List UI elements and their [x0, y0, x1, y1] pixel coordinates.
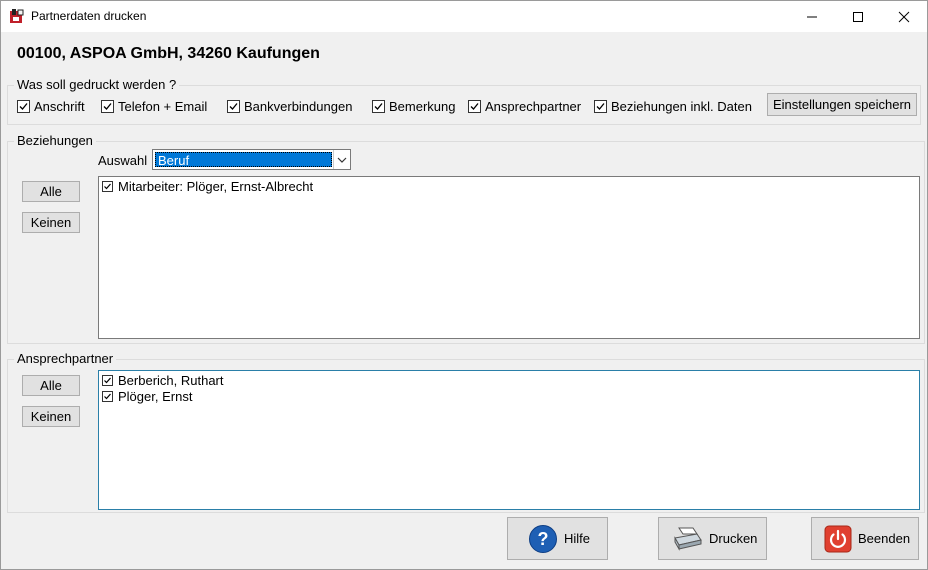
beziehungen-label: Beziehungen	[14, 134, 96, 148]
ansprechpartner-all-button[interactable]: Alle	[22, 375, 80, 396]
beziehungen-list[interactable]: Mitarbeiter: Plöger, Ernst-Albrecht	[98, 176, 920, 339]
checkbox-checked-icon	[468, 100, 481, 113]
minimize-button[interactable]	[789, 1, 835, 32]
list-item-label: Plöger, Ernst	[118, 389, 193, 404]
beziehungen-none-button[interactable]: Keinen	[22, 212, 80, 233]
checkbox-ansprechpartner[interactable]: Ansprechpartner	[468, 99, 581, 114]
auswahl-select[interactable]: Beruf	[152, 149, 351, 170]
checkbox-label: Bemerkung	[389, 99, 456, 114]
auswahl-selected-value: Beruf	[155, 152, 332, 168]
print-label: Drucken	[709, 531, 758, 546]
checkbox-label: Telefon + Email	[118, 99, 208, 114]
maximize-icon	[853, 11, 863, 22]
checkbox-checked-icon	[17, 100, 30, 113]
checkbox-checked-icon	[102, 375, 113, 386]
list-item[interactable]: Berberich, Ruthart	[102, 373, 224, 388]
print-options-label: Was soll gedruckt werden ?	[14, 78, 180, 92]
checkbox-checked-icon	[101, 100, 114, 113]
printer-icon	[673, 526, 703, 552]
checkbox-label: Ansprechpartner	[485, 99, 582, 114]
save-settings-button[interactable]: Einstellungen speichern	[767, 93, 917, 116]
list-item-label: Berberich, Ruthart	[118, 373, 224, 388]
help-label: Hilfe	[564, 531, 591, 546]
print-button[interactable]: Drucken	[658, 517, 767, 560]
maximize-button[interactable]	[835, 1, 881, 32]
dialog-window: Partnerdaten drucken 00100, ASPOA GmbH, …	[0, 0, 928, 570]
partner-title: 00100, ASPOA GmbH, 34260 Kaufungen	[17, 45, 320, 62]
checkbox-bemerkung[interactable]: Bemerkung	[372, 99, 455, 114]
window-title: Partnerdaten drucken	[31, 9, 147, 23]
checkbox-anschrift[interactable]: Anschrift	[17, 99, 85, 114]
power-icon	[824, 525, 852, 553]
checkbox-label: Anschrift	[34, 99, 85, 114]
help-icon: ?	[528, 524, 558, 554]
checkbox-checked-icon	[594, 100, 607, 113]
checkbox-label: Bankverbindungen	[244, 99, 353, 114]
app-icon	[9, 8, 25, 24]
minimize-icon	[807, 16, 817, 17]
checkbox-beziehungen-daten[interactable]: Beziehungen inkl. Daten	[594, 99, 752, 114]
list-item[interactable]: Mitarbeiter: Plöger, Ernst-Albrecht	[102, 179, 313, 194]
exit-button[interactable]: Beenden	[811, 517, 919, 560]
ansprechpartner-label: Ansprechpartner	[14, 352, 117, 366]
help-button[interactable]: ? Hilfe	[507, 517, 608, 560]
ansprechpartner-none-button[interactable]: Keinen	[22, 406, 80, 427]
auswahl-label: Auswahl	[98, 153, 148, 168]
list-item-label: Mitarbeiter: Plöger, Ernst-Albrecht	[118, 179, 314, 194]
exit-label: Beenden	[858, 531, 911, 546]
svg-text:?: ?	[538, 529, 549, 549]
checkbox-telefon-email[interactable]: Telefon + Email	[101, 99, 207, 114]
chevron-down-icon[interactable]	[333, 150, 350, 169]
checkbox-checked-icon	[227, 100, 240, 113]
ansprechpartner-list[interactable]: Berberich, Ruthart Plöger, Ernst	[98, 370, 920, 510]
title-bar[interactable]: Partnerdaten drucken	[1, 1, 927, 32]
list-item[interactable]: Plöger, Ernst	[102, 389, 192, 404]
checkbox-bankverbindungen[interactable]: Bankverbindungen	[227, 99, 352, 114]
close-icon	[898, 11, 910, 22]
checkbox-checked-icon	[102, 391, 113, 402]
checkbox-label: Beziehungen inkl. Daten	[611, 99, 752, 114]
checkbox-checked-icon	[372, 100, 385, 113]
close-button[interactable]	[881, 1, 927, 32]
beziehungen-all-button[interactable]: Alle	[22, 181, 80, 202]
checkbox-checked-icon	[102, 181, 113, 192]
